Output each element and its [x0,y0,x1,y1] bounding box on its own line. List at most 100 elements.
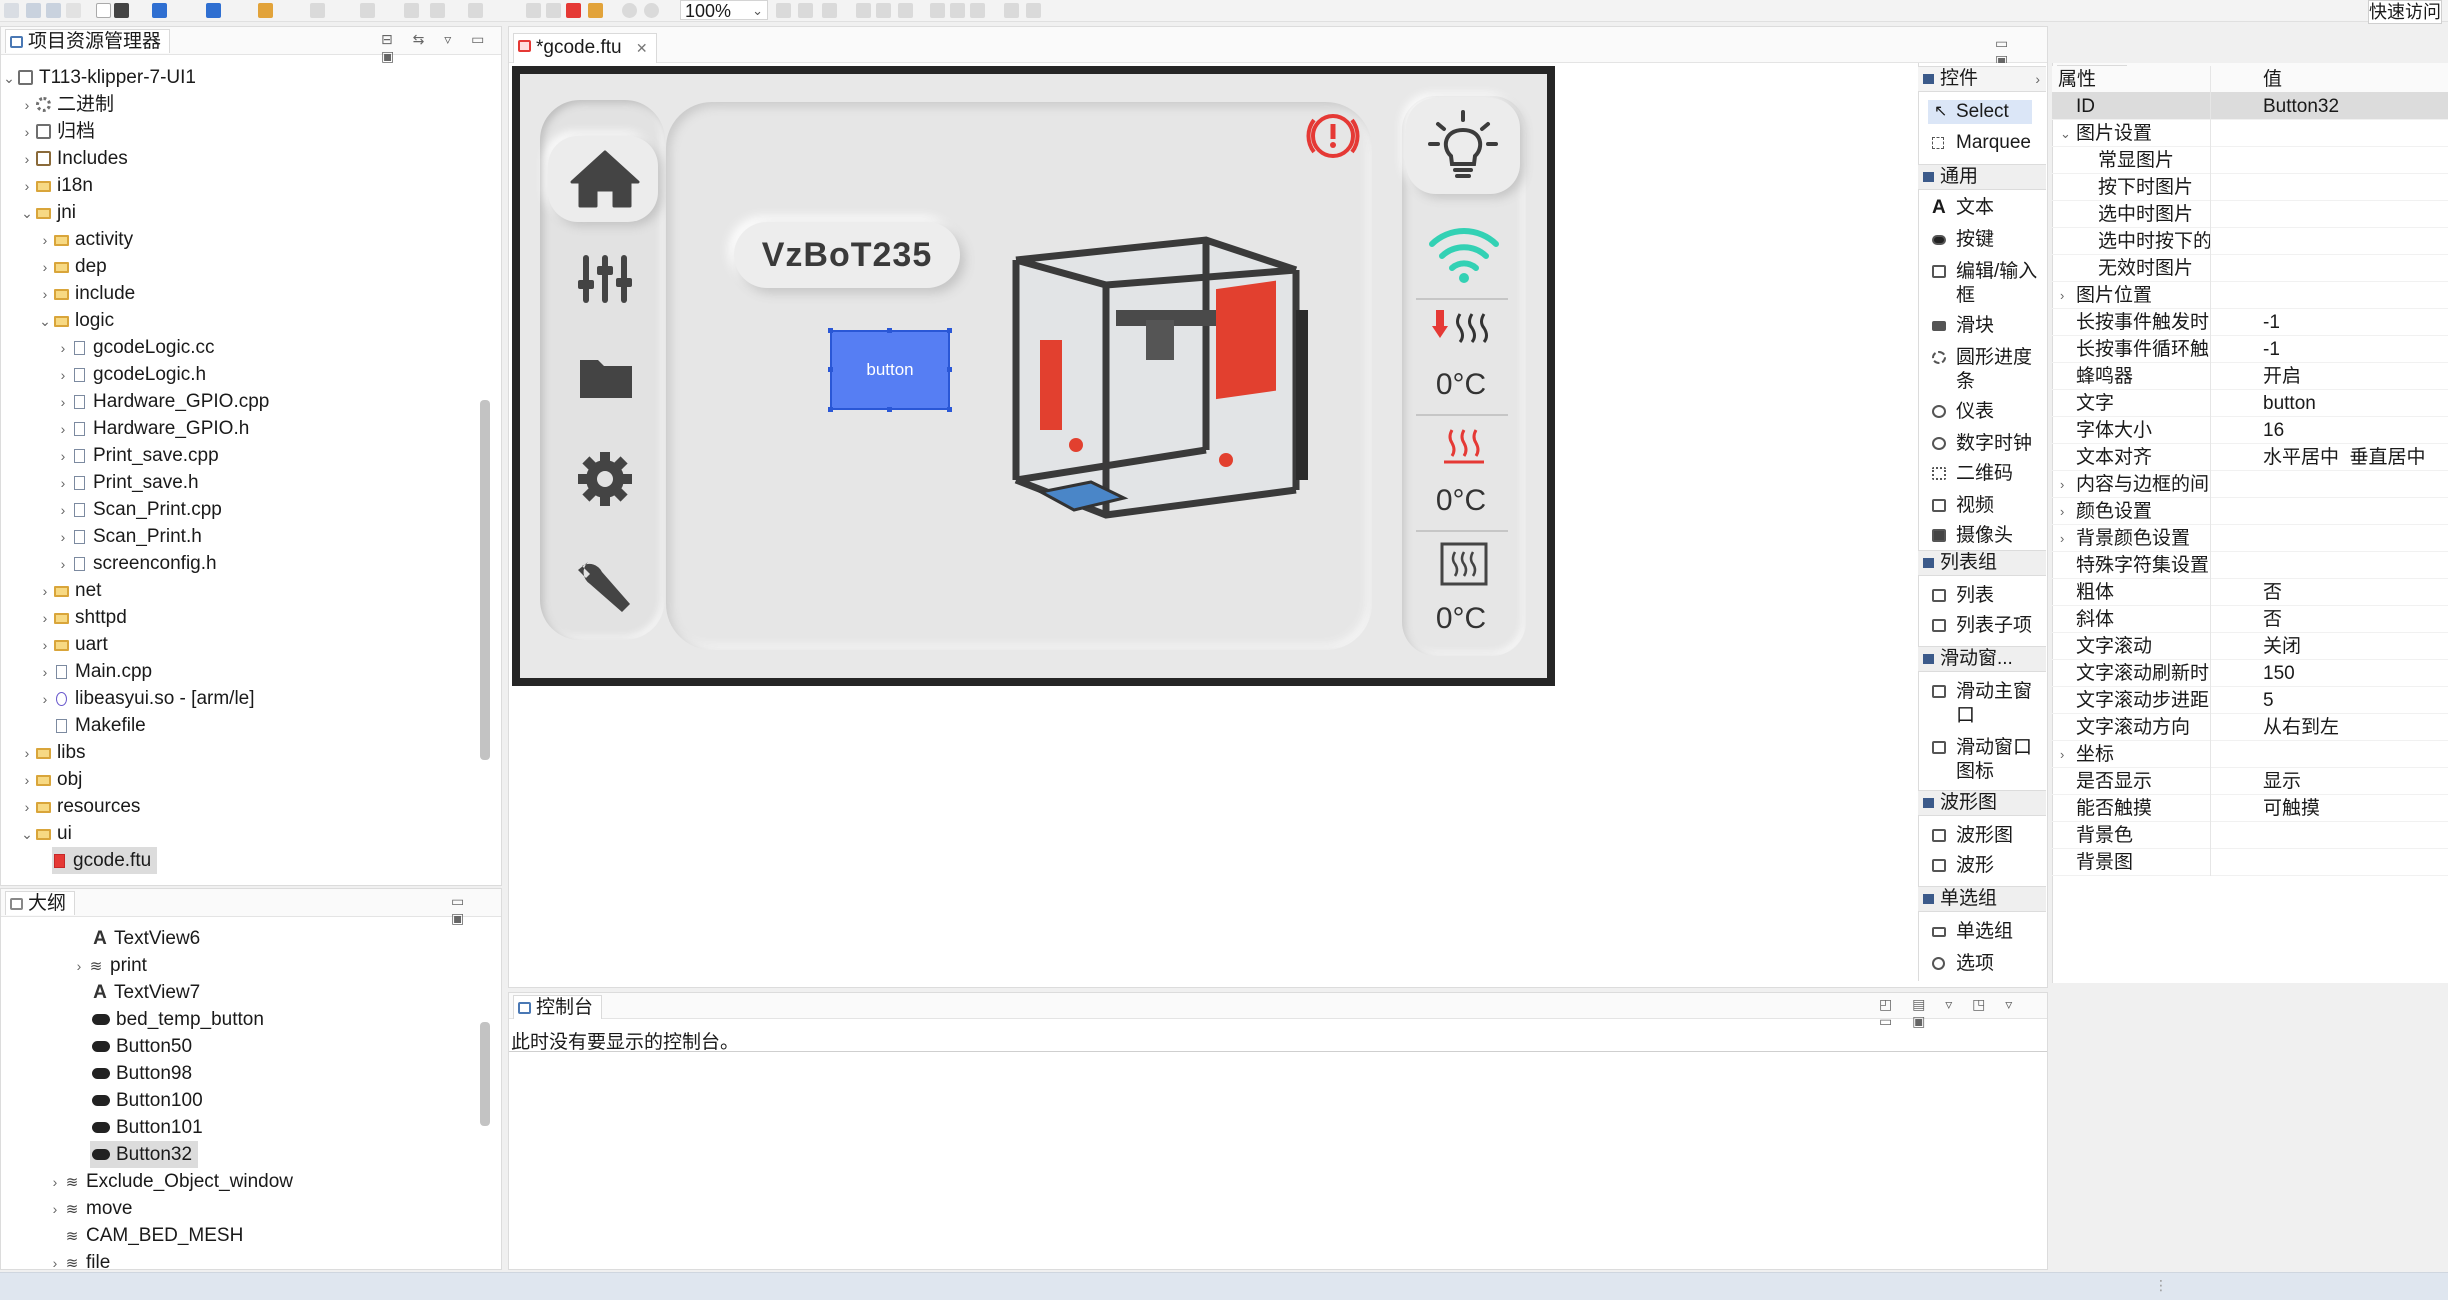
palette-item-digital-clock[interactable]: 数字时钟 [1928,432,2044,456]
print-icon[interactable] [66,3,81,18]
resize-handle[interactable] [828,407,833,412]
debug-icon[interactable] [114,3,129,18]
tree-item-net[interactable]: › net [36,577,102,604]
property-row[interactable]: 选中时图片 [2052,201,2448,228]
outline-item[interactable]: Button50 [92,1033,192,1060]
tree-item-gcode-ftu[interactable]: gcode.ftu [52,847,158,874]
property-value[interactable]: 开启 [2210,363,2301,390]
wrench-icon[interactable] [560,546,650,622]
palette-item-gauge[interactable]: 仪表 [1928,400,2044,424]
outline-item-selected[interactable]: Button32 [90,1141,199,1168]
property-row[interactable]: 文本对齐 水平居中 垂直居中 [2052,444,2448,471]
palette-group-waveform[interactable]: 波形图 [1918,790,2046,816]
save-icon[interactable] [26,3,41,18]
align-center-icon[interactable] [876,3,891,18]
minimize-icon[interactable]: ▭ ▣ [451,893,501,927]
property-value[interactable] [2210,471,2263,498]
space-icon[interactable] [1004,3,1019,18]
emergency-stop-icon[interactable] [1302,110,1364,162]
palette-item-camera[interactable]: 摄像头 [1928,524,2044,544]
tree-item-project[interactable]: ⌄ T113-klipper-7-UI1 [0,64,196,91]
property-value[interactable] [2210,849,2263,876]
tree-item-file[interactable]: › Hardware_GPIO.cpp [54,388,270,415]
property-row[interactable]: 按下时图片 [2052,174,2448,201]
property-value[interactable] [2210,822,2263,849]
zoom-select[interactable]: 100% ⌄ [680,0,768,21]
tree-item-file[interactable]: › Print_save.cpp [54,442,219,469]
outline-item[interactable]: Button100 [92,1087,203,1114]
tree-item-resources[interactable]: › resources [18,793,141,820]
align-bottom-icon[interactable] [970,3,985,18]
property-value[interactable] [2210,255,2263,282]
align-right-icon[interactable] [898,3,913,18]
tree-item-file[interactable]: › gcodeLogic.cc [54,334,215,361]
property-value[interactable]: 否 [2210,606,2282,633]
tree-item-i18n[interactable]: › i18n [18,172,93,199]
align-icon[interactable] [310,3,325,18]
outline-item[interactable]: bed_temp_button [92,1006,264,1033]
resize-handle[interactable] [828,367,833,372]
property-value[interactable]: -1 [2210,309,2280,336]
property-row[interactable]: 斜体否 [2052,606,2448,633]
property-value[interactable] [2210,147,2263,174]
explorer-scrollbar[interactable] [480,400,490,760]
align-middle-icon[interactable] [950,3,965,18]
tree-item-jni[interactable]: ⌄ jni [18,199,76,226]
resize-handle[interactable] [947,367,952,372]
property-value[interactable]: 16 [2210,417,2284,444]
project-explorer-tab[interactable]: 项目资源管理器 [5,29,171,53]
palette-item-wave[interactable]: 波形 [1928,854,2044,878]
delete-icon[interactable] [566,3,581,18]
outline-item[interactable]: A TextView7 [92,979,200,1006]
tree-item-uart[interactable]: › uart [36,631,108,658]
property-row[interactable]: 是否显示 显示 [2052,768,2448,795]
layout-icon[interactable] [776,3,791,18]
property-row[interactable]: 长按事件循环触 -1 [2052,336,2448,363]
zoom-out-icon[interactable] [644,3,659,18]
sliders-icon[interactable] [560,244,650,314]
tree-item-file[interactable]: › gcodeLogic.h [54,361,206,388]
palette-item-qrcode[interactable]: 二维码 [1928,462,2044,486]
outline-item[interactable]: › ≋ file [46,1249,111,1269]
tree-item-libs[interactable]: › libs [18,739,86,766]
copy-icon[interactable] [526,3,541,18]
property-row[interactable]: 文字滚动方向 从右到左 [2052,714,2448,741]
palette-item-slider[interactable]: 滑块 [1928,314,2044,338]
palette-item-radio[interactable]: 选项 [1928,952,2044,976]
folder-icon[interactable] [560,346,650,410]
property-value[interactable] [2210,525,2263,552]
property-value[interactable]: 可触摸 [2210,795,2320,822]
property-row[interactable]: 粗体否 [2052,579,2448,606]
tree-item-archives[interactable]: › 归档 [18,118,95,145]
undo-icon[interactable] [404,3,419,18]
property-row[interactable]: › 坐标 [2052,741,2448,768]
tree-item-libeasyui[interactable]: › libeasyui.so - [arm/le] [36,685,255,712]
tree-item-file[interactable]: › screenconfig.h [54,550,217,577]
tree-item-file[interactable]: › Scan_Print.h [54,523,202,550]
tree-item-file[interactable]: › Scan_Print.cpp [54,496,222,523]
property-value[interactable]: 从右到左 [2210,714,2339,741]
refresh-icon[interactable] [588,3,603,18]
view-menu-icon[interactable]: ⊟ ⇆ ▿ ▭ ▣ [381,31,501,65]
close-icon[interactable]: ✕ [636,34,648,62]
property-value[interactable]: 水平居中 垂直居中 [2210,444,2426,471]
property-value[interactable] [2210,498,2263,525]
tree-item-shttpd[interactable]: › shttpd [36,604,127,631]
resize-handle[interactable] [947,407,952,412]
resize-handle[interactable] [887,328,892,333]
property-row[interactable]: › 内容与边框的间 [2052,471,2448,498]
run-icon[interactable] [96,3,111,18]
property-value[interactable]: 否 [2210,579,2282,606]
console-tab[interactable]: 控制台 [513,995,603,1019]
property-row[interactable]: 文字滚动刷新时 150 [2052,660,2448,687]
property-row[interactable]: 背景图 [2052,849,2448,876]
property-row[interactable]: 无效时图片 [2052,255,2448,282]
save-all-icon[interactable] [46,3,61,18]
resize-handle[interactable] [887,407,892,412]
palette-marquee-tool[interactable]: Marquee [1928,131,2044,155]
outline-item[interactable]: › ≋ print [70,952,147,979]
property-row-selected[interactable]: ID Button32 [2052,93,2448,120]
outline-item[interactable]: › ≋ move [46,1195,133,1222]
palette-item-text[interactable]: A 文本 [1928,196,2044,220]
button32-widget[interactable]: button [830,330,950,410]
